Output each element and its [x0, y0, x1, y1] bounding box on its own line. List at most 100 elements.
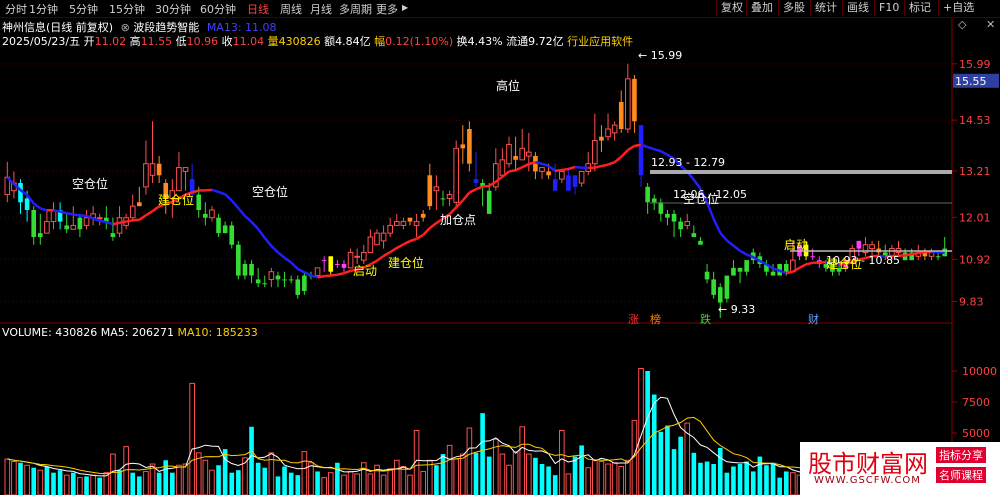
candle-body — [783, 264, 789, 272]
volume-bar — [400, 465, 407, 495]
volume-bar — [579, 445, 584, 495]
volume-bar — [704, 461, 710, 495]
diamond-icon[interactable]: ◇ — [958, 18, 966, 31]
ma13-segment — [211, 188, 219, 194]
volume-bar — [170, 472, 175, 495]
volume-bar — [559, 430, 565, 495]
chart-svg: 15.99 14.53 13.21 12.01 10.92 9.83 15.55 12.93 … — [0, 18, 999, 495]
volume-bar — [354, 473, 360, 495]
ma13-segment — [739, 249, 748, 256]
candle-body — [196, 194, 202, 210]
volume-bar — [63, 474, 70, 495]
candle-body — [209, 209, 215, 219]
volume-bar — [526, 453, 532, 495]
candle-body — [222, 225, 228, 234]
volume-bar — [249, 426, 254, 495]
candle-body — [242, 264, 248, 276]
volume-bar — [335, 462, 340, 495]
volume-bar — [605, 463, 611, 495]
ma13-segment — [244, 215, 253, 223]
candle-body — [737, 267, 743, 272]
candle-body — [374, 232, 380, 246]
candle-body — [110, 233, 116, 237]
candle-body — [37, 233, 43, 237]
volume-bar — [255, 462, 261, 495]
volume-bar — [546, 466, 551, 495]
ma13-segment — [528, 161, 536, 166]
candle-body — [632, 78, 637, 122]
volume-bar — [671, 449, 677, 495]
signal-label-7: 空仓位 — [683, 191, 719, 206]
volume-bar — [744, 461, 749, 495]
price-tick-label: 14.53 — [959, 114, 991, 127]
candle-body — [413, 221, 420, 226]
volume-bar — [360, 462, 367, 495]
ma13-segment — [73, 213, 81, 217]
candle-body — [282, 279, 287, 281]
volume-bar — [585, 467, 592, 495]
ma13-segment — [515, 166, 523, 172]
ma13-segment — [574, 165, 582, 169]
volume-bar — [737, 464, 743, 495]
volume-tick-label: 5000 — [962, 427, 990, 440]
price-tick-label: 10.92 — [959, 253, 991, 266]
candle-body — [506, 143, 512, 165]
close-icon[interactable]: ✕ — [986, 18, 995, 31]
candle-body — [731, 267, 736, 276]
ma13-segment — [601, 163, 609, 168]
watermark-url: WWW.GSCFW.COM — [814, 475, 921, 486]
candle-body — [427, 175, 433, 207]
candle-body — [149, 163, 156, 176]
candle-body — [216, 217, 221, 234]
ma13-segment — [119, 220, 127, 224]
candle-body — [268, 271, 275, 280]
candle-body — [460, 144, 466, 149]
ma13-segment — [620, 149, 629, 158]
candle-body — [367, 236, 374, 253]
ma13-segment — [541, 162, 550, 168]
volume-bar — [117, 470, 122, 495]
volume-bar — [347, 470, 354, 495]
candle-body — [24, 198, 30, 210]
ma13-segment — [376, 254, 385, 262]
ma13-segment — [66, 212, 74, 216]
volume-bar — [229, 472, 235, 495]
volume-bar — [658, 431, 664, 495]
candle-body — [393, 221, 400, 226]
ma13-segment — [937, 250, 945, 254]
ma13-segment — [218, 190, 226, 196]
volume-bar — [499, 453, 506, 495]
volume-bar — [315, 471, 320, 495]
volume-bar — [393, 459, 400, 495]
volume-bar — [724, 472, 730, 495]
signal-label-6: 加仓点 — [440, 213, 476, 227]
candle-body — [599, 136, 604, 141]
signal-label-1: 建仓位 — [158, 192, 194, 207]
ma13-segment — [53, 209, 61, 213]
volume-bar — [480, 413, 485, 495]
candle-body — [440, 198, 446, 200]
candle-body — [869, 244, 875, 250]
volume-bar — [44, 466, 50, 495]
volume-bar — [592, 459, 598, 495]
candle-body — [638, 125, 644, 176]
ma13-segment — [337, 271, 345, 276]
low-point-label: ← 9.33 — [718, 303, 755, 316]
ma13-segment — [132, 218, 140, 222]
ma13-segment — [389, 246, 398, 254]
ma13-segment — [409, 237, 418, 243]
volume-bar — [473, 452, 479, 495]
badge-2: 跌 — [700, 312, 711, 326]
ma13-segment — [270, 245, 279, 254]
ma13-segment — [653, 147, 662, 153]
ma13-segment — [461, 191, 471, 202]
candle-body — [467, 129, 472, 164]
ma13-segment — [151, 205, 160, 213]
ma13-segment — [310, 274, 318, 279]
volume-bar — [618, 465, 625, 495]
ma13-segment — [32, 202, 42, 210]
volume-bar — [130, 472, 136, 495]
watermark-tag1: 指标分享 — [936, 447, 986, 463]
candle-body — [651, 198, 657, 203]
candle-body — [328, 256, 334, 272]
